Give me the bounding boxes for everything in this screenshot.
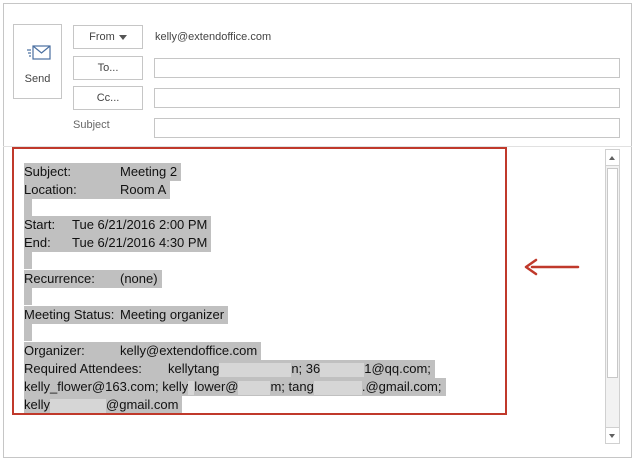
chevron-down-icon	[118, 34, 127, 40]
left-arrow-icon	[524, 258, 580, 276]
send-envelope-icon	[27, 45, 51, 60]
to-button[interactable]: To...	[73, 56, 143, 80]
send-button[interactable]: Send	[13, 24, 62, 99]
highlight-box	[12, 147, 507, 415]
from-address: kelly@extendoffice.com	[155, 31, 272, 43]
vertical-scrollbar[interactable]	[605, 149, 620, 444]
scroll-up-icon[interactable]	[606, 150, 619, 166]
subject-field[interactable]	[154, 118, 620, 138]
scroll-down-icon[interactable]	[606, 427, 619, 443]
cc-field[interactable]	[154, 88, 620, 108]
cc-button[interactable]: Cc...	[73, 86, 143, 110]
from-label: From	[89, 31, 115, 43]
send-label: Send	[24, 73, 51, 85]
scroll-thumb[interactable]	[607, 168, 618, 378]
subject-label: Subject	[73, 119, 110, 131]
from-button[interactable]: From	[73, 25, 143, 49]
to-field[interactable]	[154, 58, 620, 78]
